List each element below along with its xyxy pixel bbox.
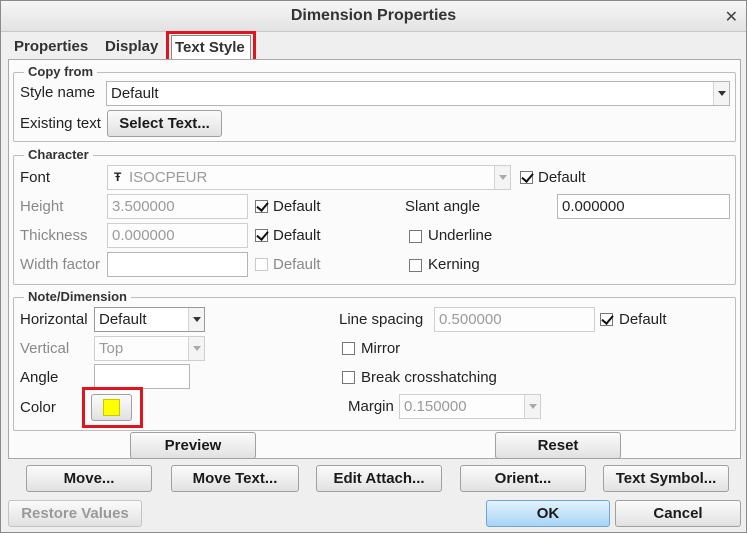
kerning-label: Kerning	[428, 256, 480, 273]
horizontal-label: Horizontal	[20, 311, 88, 328]
kerning-checkbox[interactable]	[409, 259, 422, 272]
color-label: Color	[20, 399, 56, 416]
tab-display[interactable]: Display	[102, 35, 161, 60]
chevron-down-icon	[713, 82, 729, 105]
existing-text-label: Existing text	[20, 115, 101, 132]
font-label: Font	[20, 169, 51, 186]
slant-angle-label: Slant angle	[405, 198, 481, 215]
angle-input[interactable]	[94, 364, 190, 389]
angle-label: Angle	[20, 369, 59, 386]
horizontal-select[interactable]: Default	[94, 307, 205, 332]
margin-label: Margin	[348, 398, 394, 415]
width-factor-input[interactable]	[107, 252, 248, 277]
font-type-icon: Ŧ	[114, 170, 122, 184]
vertical-value: Top	[99, 340, 124, 357]
restore-values-button[interactable]: Restore Values	[8, 500, 142, 527]
dialog-title: Dimension Properties	[290, 7, 457, 24]
font-value: ISOCPEUR	[129, 169, 208, 186]
dimension-properties-dialog: Dimension Properties ✕ Properties Displa…	[0, 0, 747, 533]
line-spacing-input[interactable]: 0.500000	[434, 307, 595, 332]
color-highlight-box	[82, 387, 143, 428]
width-default-checkbox[interactable]	[255, 258, 268, 271]
reset-button[interactable]: Reset	[495, 432, 621, 459]
underline-label: Underline	[428, 227, 493, 244]
line-spacing-label: Line spacing	[339, 311, 424, 328]
select-text-button[interactable]: Select Text...	[107, 110, 222, 137]
font-default-label: Default	[538, 169, 586, 186]
orient-button[interactable]: Orient...	[460, 465, 586, 492]
cancel-button[interactable]: Cancel	[615, 500, 741, 527]
break-crosshatching-label: Break crosshatching	[361, 369, 497, 386]
underline-checkbox[interactable]	[409, 230, 422, 243]
thickness-default-checkbox[interactable]	[255, 229, 268, 242]
vertical-label: Vertical	[20, 340, 70, 357]
mirror-label: Mirror	[361, 340, 401, 357]
height-input[interactable]: 3.500000	[107, 194, 248, 219]
margin-value: 0.150000	[404, 398, 467, 415]
height-default-label: Default	[273, 198, 321, 215]
title-bar[interactable]: Dimension Properties ✕	[1, 1, 746, 32]
preview-button[interactable]: Preview	[130, 432, 256, 459]
font-select[interactable]: Ŧ ISOCPEUR	[107, 165, 511, 190]
horizontal-value: Default	[99, 311, 147, 328]
chevron-down-icon	[494, 166, 510, 189]
slant-angle-input[interactable]: 0.000000	[557, 194, 730, 219]
style-name-select[interactable]: Default	[106, 81, 730, 106]
margin-select[interactable]: 0.150000	[399, 394, 541, 419]
width-default-label: Default	[273, 256, 321, 273]
chevron-down-icon	[188, 337, 204, 360]
character-legend: Character	[24, 147, 93, 162]
edit-attach-button[interactable]: Edit Attach...	[316, 465, 442, 492]
move-text-button[interactable]: Move Text...	[171, 465, 299, 492]
height-default-checkbox[interactable]	[255, 200, 268, 213]
mirror-checkbox[interactable]	[342, 342, 355, 355]
style-name-value: Default	[111, 85, 159, 102]
vertical-select[interactable]: Top	[94, 336, 205, 361]
line-spacing-default-checkbox[interactable]	[600, 313, 613, 326]
move-button[interactable]: Move...	[26, 465, 152, 492]
ok-button[interactable]: OK	[486, 500, 610, 527]
tab-properties[interactable]: Properties	[11, 35, 91, 60]
height-label: Height	[20, 198, 64, 215]
chevron-down-icon	[524, 395, 540, 418]
width-factor-label: Width factor	[20, 256, 101, 273]
close-icon[interactable]: ✕	[725, 7, 738, 27]
font-default-checkbox[interactable]	[520, 171, 533, 184]
thickness-label: Thickness	[20, 227, 88, 244]
line-spacing-default-label: Default	[619, 311, 667, 328]
thickness-default-label: Default	[273, 227, 321, 244]
text-symbol-button[interactable]: Text Symbol...	[603, 465, 729, 492]
style-name-label: Style name	[20, 84, 96, 101]
break-crosshatching-checkbox[interactable]	[342, 371, 355, 384]
note-dimension-legend: Note/Dimension	[24, 289, 131, 304]
copy-from-legend: Copy from	[24, 64, 97, 79]
thickness-input[interactable]: 0.000000	[107, 223, 248, 248]
chevron-down-icon	[188, 308, 204, 331]
